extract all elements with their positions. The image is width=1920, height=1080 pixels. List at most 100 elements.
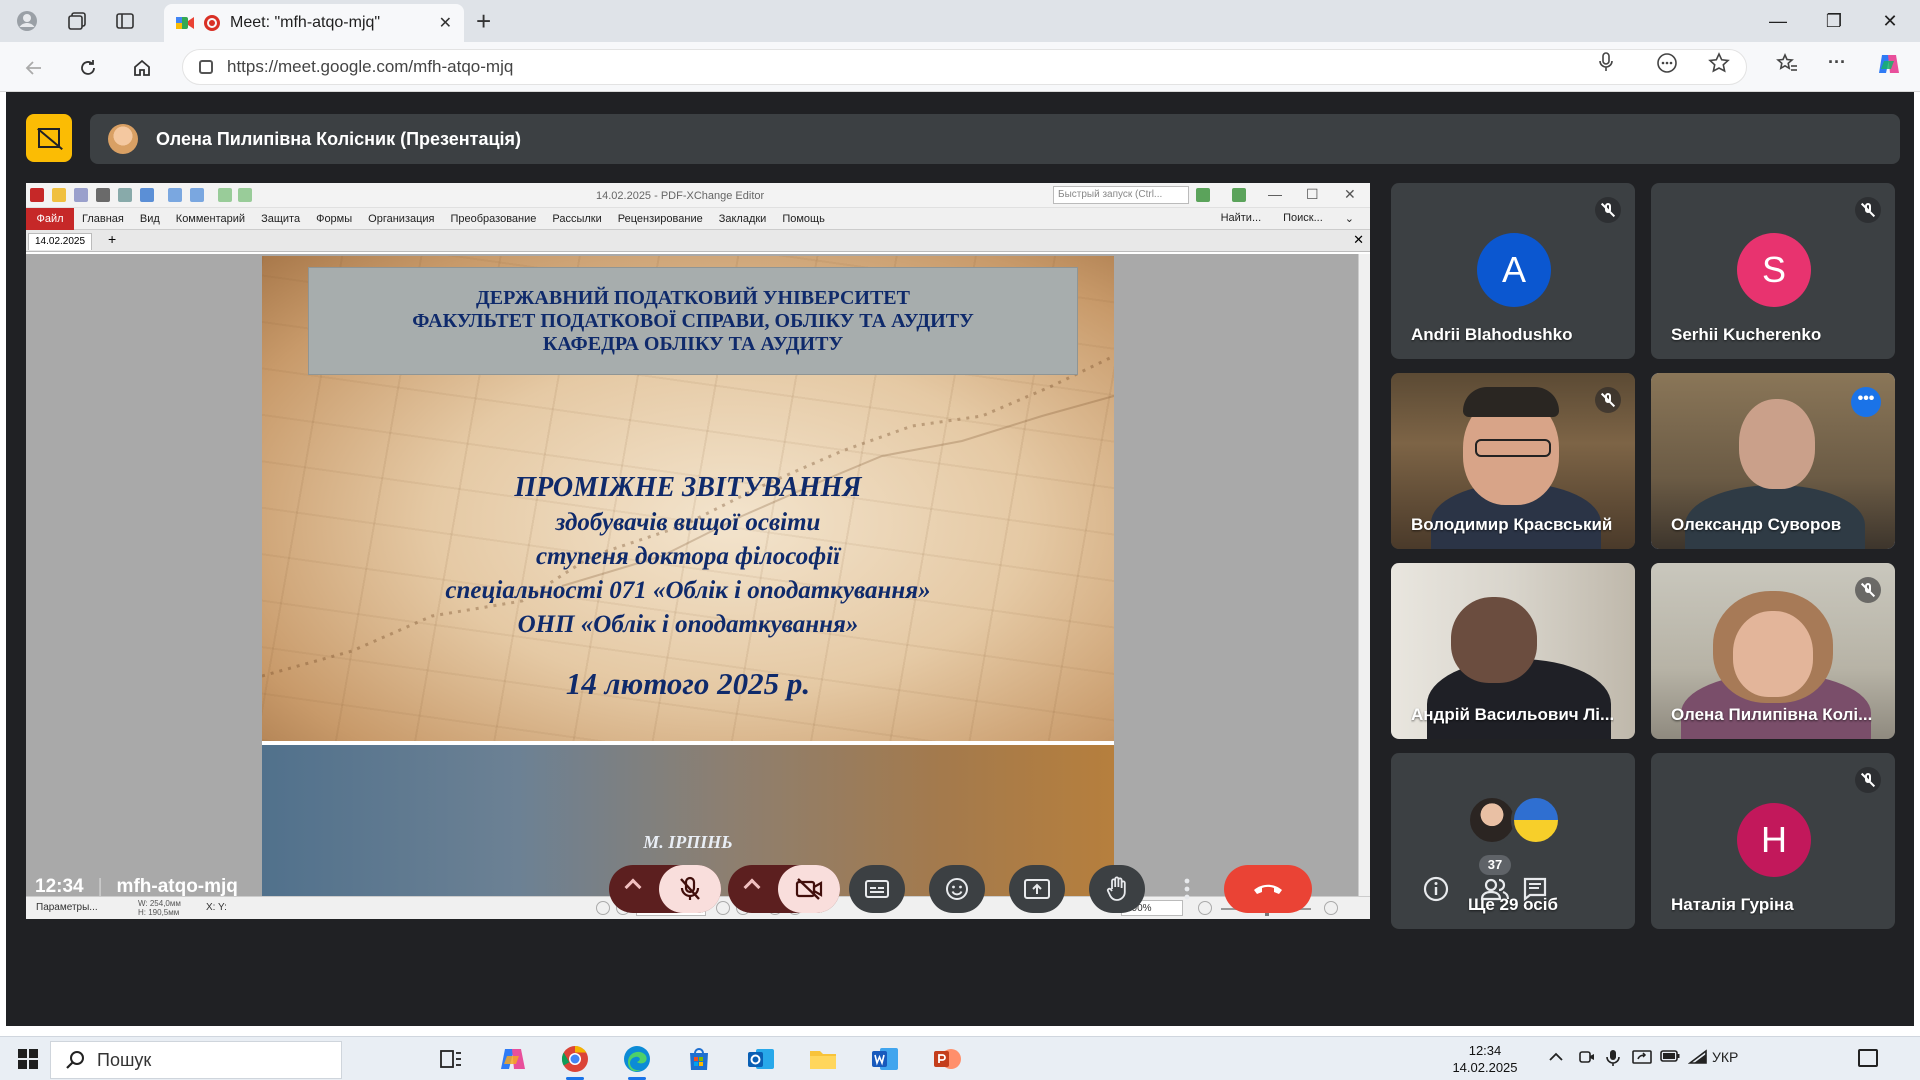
copilot-taskbar-icon[interactable] [496,1043,530,1075]
more-options-button[interactable] [1169,865,1205,913]
pdf-close-button[interactable]: ✕ [1344,186,1356,203]
favorite-star-icon[interactable] [1708,52,1730,79]
email-icon[interactable] [118,188,132,202]
notifications-icon[interactable] [1858,1049,1878,1067]
back-button[interactable] [18,52,50,84]
captions-button[interactable] [849,865,905,913]
unmute-button[interactable] [659,865,721,913]
open-icon[interactable] [52,188,66,202]
participant-tile[interactable]: S Serhii Kucherenko [1651,183,1895,359]
more-options-button[interactable]: ••• [1851,387,1881,417]
menu-file[interactable]: Файл [26,207,74,230]
menu-review[interactable]: Рецензирование [610,213,711,225]
read-aloud-icon[interactable] [1656,52,1678,79]
menu-help[interactable]: Помощь [774,213,833,225]
fullscreen-icon[interactable] [1232,188,1246,202]
view-options-icon[interactable] [1196,188,1210,202]
menu-home[interactable]: Главная [74,213,132,225]
doc-tab[interactable]: 14.02.2025 [28,233,93,250]
address-bar[interactable]: https://meet.google.com/mfh-atqo-mjq [182,49,1747,85]
pdf-maximize-button[interactable]: ☐ [1306,186,1319,203]
scan-icon[interactable] [140,188,154,202]
audio-settings-caret-icon[interactable] [624,878,642,896]
ribbon-toggle-icon[interactable]: ⌄ [1337,212,1362,225]
minimize-button[interactable]: — [1750,6,1806,36]
show-hidden-icons-icon[interactable] [1548,1049,1564,1066]
close-doc-icon[interactable]: ✕ [1353,232,1364,248]
next-page-icon[interactable] [716,901,730,915]
raise-hand-button[interactable] [1089,865,1145,913]
camera-in-use-icon[interactable] [1578,1049,1596,1069]
workspaces-icon[interactable] [62,6,92,36]
participant-tile[interactable]: Володимир Красвський [1391,373,1635,549]
refresh-button[interactable] [72,52,104,84]
new-doc-tab-icon[interactable]: + [108,231,116,247]
video-settings-caret-icon[interactable] [743,878,761,896]
camera-on-button[interactable] [778,865,840,913]
redo-icon[interactable] [190,188,204,202]
save-icon[interactable] [74,188,88,202]
battery-icon[interactable] [1660,1049,1680,1067]
outlook-taskbar-icon[interactable] [744,1043,778,1075]
quick-launch-input[interactable]: Быстрый запуск (Ctrl... [1053,186,1189,204]
print-icon[interactable] [96,188,110,202]
chat-button[interactable] [1520,874,1550,904]
start-button[interactable] [18,1049,38,1069]
zoom-in-icon[interactable] [1324,901,1338,915]
present-now-button[interactable] [1009,865,1065,913]
powerpoint-taskbar-icon[interactable] [930,1043,964,1075]
home-button[interactable] [126,52,158,84]
menu-mailings[interactable]: Рассылки [544,213,609,225]
favorites-icon[interactable] [1776,52,1798,79]
close-tab-icon[interactable]: ✕ [439,13,452,33]
screen-sharing-icon[interactable] [1632,1049,1652,1069]
forward-view-icon[interactable] [238,188,252,202]
reactions-button[interactable] [929,865,985,913]
meeting-details-button[interactable] [1421,874,1451,904]
wifi-icon[interactable] [1687,1049,1708,1069]
menu-forms[interactable]: Формы [308,213,360,225]
people-button[interactable] [1480,874,1510,904]
store-taskbar-icon[interactable] [682,1043,716,1075]
taskbar-search[interactable]: Пошук [50,1041,342,1079]
tab-actions-icon[interactable] [110,6,140,36]
new-tab-button[interactable]: + [476,6,491,36]
menu-view[interactable]: Вид [132,213,168,225]
menu-organize[interactable]: Организация [360,213,442,225]
tab-meet[interactable]: Meet: "mfh-atqo-mjq" ✕ [164,4,464,42]
edge-taskbar-icon[interactable] [620,1043,654,1080]
participant-tile[interactable]: Олена Пилипівна Колі... [1651,563,1895,739]
participant-tile-active[interactable]: ••• Олександр Суворов [1651,373,1895,549]
leave-call-button[interactable] [1224,865,1312,913]
stop-presenting-button[interactable] [26,114,72,162]
menu-protect[interactable]: Защита [253,213,308,225]
menu-bookmarks[interactable]: Закладки [711,213,775,225]
microphone-icon[interactable] [1598,52,1614,77]
back-view-icon[interactable] [218,188,232,202]
participant-tile[interactable]: A Andrii Blahodushko [1391,183,1635,359]
profile-icon[interactable] [12,6,42,36]
task-view-icon[interactable] [434,1043,468,1075]
microphone-in-use-icon[interactable] [1606,1049,1620,1071]
pdf-vertical-scrollbar[interactable] [1358,254,1370,896]
participant-tile[interactable]: Андрій Васильович Лі... [1391,563,1635,739]
word-taskbar-icon[interactable] [868,1043,902,1075]
parameters-button[interactable]: Параметры... [36,902,98,913]
settings-more-icon[interactable]: ··· [1828,52,1846,73]
file-explorer-taskbar-icon[interactable] [806,1043,840,1075]
participant-tile[interactable]: Н Наталія Гуріна [1651,753,1895,929]
menu-convert[interactable]: Преобразование [443,213,545,225]
maximize-button[interactable]: ❐ [1806,6,1862,36]
copilot-icon[interactable] [1876,52,1902,81]
undo-icon[interactable] [168,188,182,202]
search-button[interactable]: Поиск... [1275,212,1331,225]
chrome-taskbar-icon[interactable] [558,1043,592,1080]
lock-icon[interactable] [199,60,213,74]
find-button[interactable]: Найти... [1213,212,1270,225]
taskbar-clock[interactable]: 12:34 14.02.2025 [1450,1042,1520,1076]
first-page-icon[interactable] [596,901,610,915]
menu-comment[interactable]: Комментарий [168,213,253,225]
pdf-minimize-button[interactable]: — [1268,186,1282,202]
input-language[interactable]: УКР [1712,1049,1738,1065]
close-window-button[interactable]: ✕ [1862,6,1918,36]
